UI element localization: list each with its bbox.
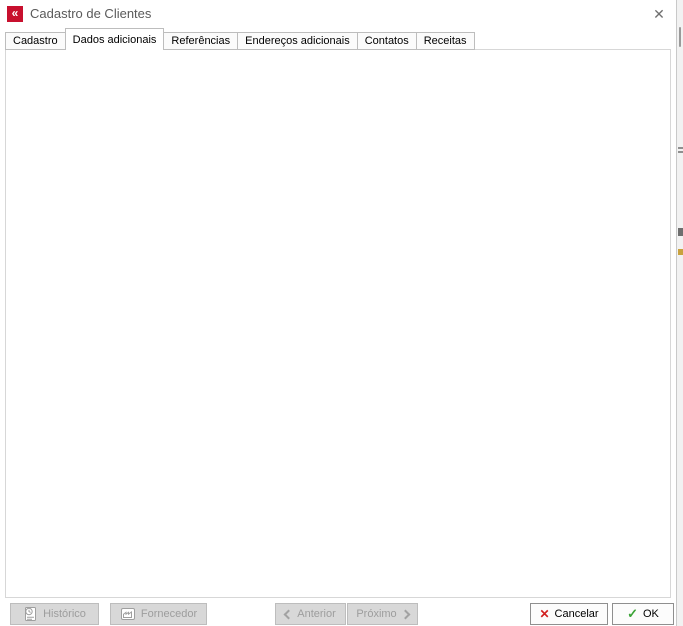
anterior-button[interactable]: Anterior — [275, 603, 346, 625]
tab-cadastro[interactable]: Cadastro — [5, 32, 66, 50]
proximo-button[interactable]: Próximo — [347, 603, 418, 625]
tab-page-dados-adicionais — [5, 49, 671, 598]
check-icon: ✓ — [627, 606, 638, 622]
fornecedor-label: Fornecedor — [141, 608, 197, 620]
history-clock-icon — [23, 606, 38, 622]
factory-icon — [120, 607, 136, 621]
edge-artifact — [678, 228, 683, 236]
chevron-right-icon — [400, 609, 410, 619]
fornecedor-button[interactable]: Fornecedor — [110, 603, 207, 625]
edge-artifact — [678, 151, 683, 153]
edge-artifact — [679, 27, 681, 47]
historico-button[interactable]: Histórico — [10, 603, 99, 625]
close-button[interactable]: ✕ — [645, 2, 673, 26]
cancel-x-icon: ✕ — [539, 607, 549, 621]
tab-dados-adicionais[interactable]: Dados adicionais — [65, 28, 165, 50]
proximo-label: Próximo — [356, 608, 396, 620]
ok-label: OK — [643, 608, 659, 620]
tab-strip: Cadastro Dados adicionais Referências En… — [5, 28, 474, 50]
title-bar: « Cadastro de Clientes ✕ — [0, 0, 676, 28]
tab-receitas[interactable]: Receitas — [416, 32, 475, 50]
historico-label: Histórico — [43, 608, 86, 620]
background-window-edge — [676, 0, 683, 626]
tab-referencias[interactable]: Referências — [163, 32, 238, 50]
cancelar-button[interactable]: ✕ Cancelar — [530, 603, 608, 625]
cadastro-clientes-dialog: « Cadastro de Clientes ✕ Cadastro Dados … — [0, 0, 683, 626]
ok-button[interactable]: ✓ OK — [612, 603, 674, 625]
app-logo-icon: « — [7, 6, 23, 22]
tab-enderecos-adicionais[interactable]: Endereços adicionais — [237, 32, 358, 50]
tab-contatos[interactable]: Contatos — [357, 32, 417, 50]
cancelar-label: Cancelar — [555, 608, 599, 620]
edge-artifact — [678, 147, 683, 149]
anterior-label: Anterior — [297, 608, 336, 620]
edge-artifact — [678, 249, 683, 255]
chevron-left-icon — [284, 609, 294, 619]
window-title: Cadastro de Clientes — [30, 6, 151, 21]
